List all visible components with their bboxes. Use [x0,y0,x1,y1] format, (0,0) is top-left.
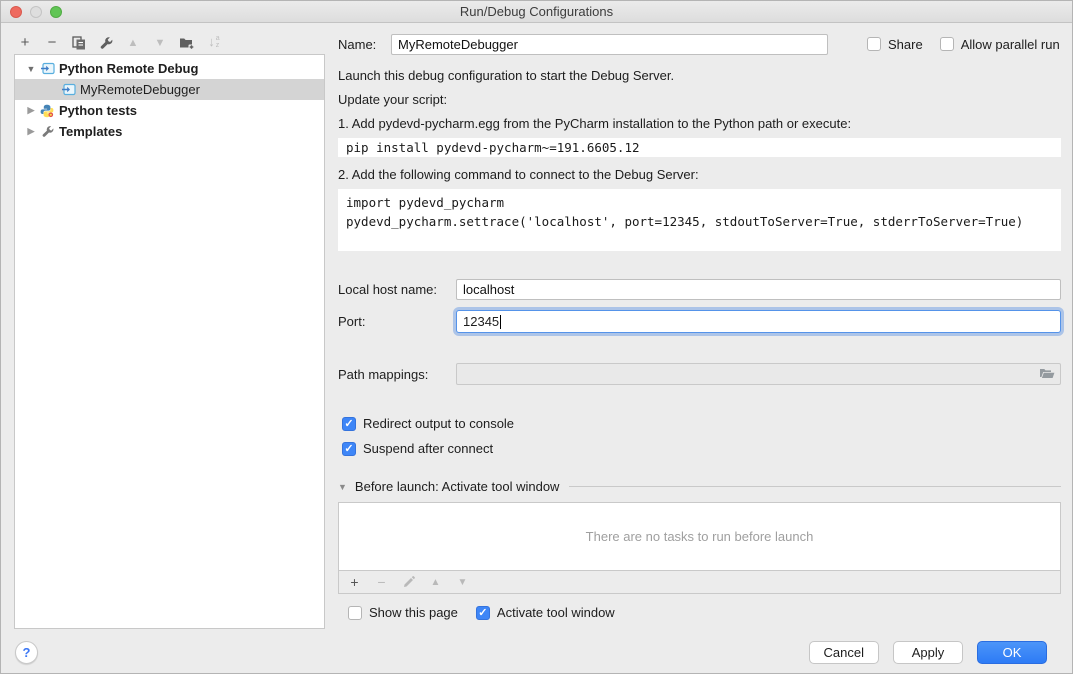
configurations-toolbar: + − ▲ ▼ ↓ az [17,34,222,52]
run-debug-configurations-dialog: Run/Debug Configurations + − ▲ ▼ ↓ az ▼ … [0,0,1073,674]
move-up-icon: ▲ [125,35,141,51]
show-this-page-checkbox[interactable]: Show this page [348,605,458,620]
add-task-icon[interactable]: + [347,574,362,590]
cancel-button[interactable]: Cancel [809,641,879,664]
before-launch-title: Before launch: Activate tool window [355,479,560,494]
suspend-after-connect-label: Suspend after connect [363,441,493,456]
close-window-icon[interactable] [10,6,22,18]
tree-item-python-remote-debug[interactable]: ▼ Python Remote Debug [15,58,324,79]
path-mappings-input[interactable] [456,363,1061,385]
port-label: Port: [338,314,456,329]
sort-configurations-icon: ↓ az [206,35,222,51]
activate-tool-window-checkbox[interactable]: ✓ Activate tool window [476,605,615,620]
tree-item-python-tests[interactable]: ▶ Python tests [15,100,324,121]
zoom-window-icon[interactable] [50,6,62,18]
share-checkbox-box[interactable] [867,37,881,51]
remove-task-icon: − [374,574,389,590]
suspend-after-connect-checkbox[interactable]: ✓ Suspend after connect [338,441,1061,456]
tree-item-templates[interactable]: ▶ Templates [15,121,324,142]
name-input[interactable] [391,34,828,55]
activate-tool-window-label: Activate tool window [497,605,615,620]
tasks-toolbar: + − ▲ ▼ [338,570,1061,594]
redirect-output-label: Redirect output to console [363,416,514,431]
remove-configuration-icon[interactable]: − [44,35,60,51]
tree-item-label: Python Remote Debug [59,61,198,76]
redirect-output-checkbox-box[interactable]: ✓ [342,417,356,431]
name-label: Name: [338,37,391,52]
allow-parallel-run-checkbox[interactable]: Allow parallel run [940,37,1060,52]
help-icon: ? [23,645,31,660]
python-icon [39,104,55,118]
browse-folder-icon[interactable] [1039,367,1055,382]
section-collapse-icon[interactable]: ▼ [338,482,347,492]
tree-item-label: MyRemoteDebugger [80,82,200,97]
instructions-line2: Update your script: [338,91,1061,109]
share-checkbox[interactable]: Share [867,37,923,52]
edit-templates-icon[interactable] [98,35,114,51]
instructions-step1: 1. Add pydevd-pycharm.egg from the PyCha… [338,115,1061,133]
show-this-page-checkbox-box[interactable] [348,606,362,620]
settrace-code-block: import pydevd_pycharm pydevd_pycharm.set… [338,189,1061,251]
chevron-down-icon[interactable]: ▼ [23,64,39,74]
allow-parallel-run-checkbox-box[interactable] [940,37,954,51]
ok-button[interactable]: OK [977,641,1047,664]
share-label: Share [888,37,923,52]
suspend-after-connect-checkbox-box[interactable]: ✓ [342,442,356,456]
title-bar: Run/Debug Configurations [1,1,1072,23]
new-folder-icon[interactable] [179,35,195,51]
tree-item-myremotedebugger[interactable]: MyRemoteDebugger [15,79,324,100]
tree-item-label: Templates [59,124,122,139]
window-title: Run/Debug Configurations [460,4,613,19]
local-host-name-input[interactable] [456,279,1061,300]
remote-debug-icon [39,62,55,76]
help-button[interactable]: ? [15,641,38,664]
port-input[interactable]: 12345 [456,310,1061,333]
minimize-window-icon [30,6,42,18]
wrench-icon [39,125,55,139]
activate-tool-window-checkbox-box[interactable]: ✓ [476,606,490,620]
instructions-step2: 2. Add the following command to connect … [338,166,1061,184]
chevron-right-icon[interactable]: ▶ [23,105,39,116]
section-divider [569,486,1061,487]
settrace-code-line1: import pydevd_pycharm [346,193,1053,212]
instructions-line1: Launch this debug configuration to start… [338,67,1061,85]
tasks-empty-message: There are no tasks to run before launch [586,529,814,544]
chevron-right-icon[interactable]: ▶ [23,126,39,137]
apply-button[interactable]: Apply [893,641,963,664]
path-mappings-label: Path mappings: [338,367,456,382]
before-launch-section-header[interactable]: ▼ Before launch: Activate tool window [338,479,1061,494]
move-task-down-icon: ▼ [455,577,470,588]
add-configuration-icon[interactable]: + [17,35,33,51]
pip-install-command: pip install pydevd-pycharm~=191.6605.12 [338,138,1061,157]
tree-item-label: Python tests [59,103,137,118]
configurations-tree: ▼ Python Remote Debug MyRemoteDebugger ▶… [14,54,325,629]
allow-parallel-run-label: Allow parallel run [961,37,1060,52]
configuration-form: Name: Share Allow parallel run Launch th… [338,33,1061,620]
local-host-name-label: Local host name: [338,282,456,297]
move-down-icon: ▼ [152,35,168,51]
show-this-page-label: Show this page [369,605,458,620]
remote-debug-icon [60,83,76,97]
dialog-buttons: Cancel Apply OK [809,641,1047,664]
settrace-code-line2: pydevd_pycharm.settrace('localhost', por… [346,212,1053,231]
copy-configuration-icon[interactable] [71,35,87,51]
edit-task-icon [401,576,416,588]
before-launch-tasks-list[interactable]: There are no tasks to run before launch [338,502,1061,570]
text-caret [500,315,501,329]
move-task-up-icon: ▲ [428,577,443,588]
port-value: 12345 [463,314,499,329]
redirect-output-checkbox[interactable]: ✓ Redirect output to console [338,416,1061,431]
window-controls [10,6,62,18]
